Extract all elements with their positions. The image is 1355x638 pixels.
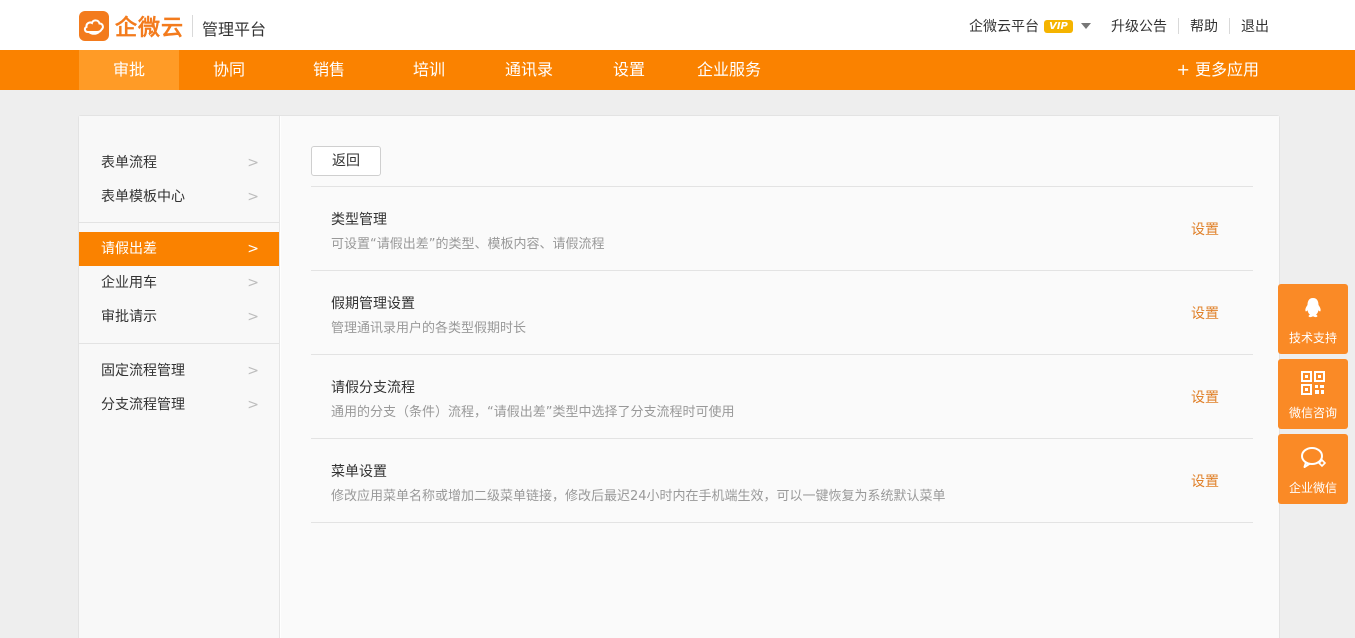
main-nav: 审批 协同 销售 培训 通讯录 设置 企业服务 + 更多应用 [0, 50, 1355, 90]
tech-support-button[interactable]: 技术支持 [1278, 284, 1348, 354]
settings-link[interactable]: 设置 [1191, 471, 1219, 491]
nav-tab-approval[interactable]: 审批 [79, 50, 179, 90]
back-button[interactable]: 返回 [311, 146, 381, 176]
nav-tab-training[interactable]: 培训 [379, 50, 479, 90]
sidebar-item-label: 审批请示 [101, 309, 157, 325]
sidebar-item-label: 企业用车 [101, 275, 157, 291]
chevron-right-icon: > [247, 275, 259, 291]
list-item: 类型管理 可设置“请假出差”的类型、模板内容、请假流程 设置 [311, 187, 1253, 271]
main-panel: 表单流程 > 表单模板中心 > 请假出差 > 企业用车 > 审批请示 > 固定流… [78, 115, 1280, 638]
row-title: 类型管理 [331, 212, 387, 228]
sidebar: 表单流程 > 表单模板中心 > 请假出差 > 企业用车 > 审批请示 > 固定流… [79, 116, 280, 638]
button-label: 技术支持 [1288, 331, 1337, 345]
upgrade-notice-link[interactable]: 升级公告 [1111, 16, 1167, 36]
nav-tab-settings[interactable]: 设置 [579, 50, 679, 90]
sidebar-item-approval-request[interactable]: 审批请示 > [79, 300, 279, 334]
settings-link[interactable]: 设置 [1191, 387, 1219, 407]
link-divider [1178, 18, 1179, 34]
platform-dropdown[interactable]: 企微云平台 VIP [969, 16, 1091, 36]
row-description: 通用的分支（条件）流程，“请假出差”类型中选择了分支流程时可使用 [331, 405, 735, 420]
logout-link[interactable]: 退出 [1241, 16, 1269, 36]
enterprise-wechat-button[interactable]: 企业微信 [1278, 434, 1348, 504]
link-divider [1229, 18, 1230, 34]
header-links: 企微云平台 VIP 升级公告 帮助 退出 [969, 16, 1269, 36]
chevron-right-icon: > [247, 189, 259, 205]
sidebar-item-label: 固定流程管理 [101, 363, 185, 379]
top-header: 企微云 管理平台 企微云平台 VIP 升级公告 帮助 退出 [0, 0, 1355, 50]
content-area: 返回 类型管理 可设置“请假出差”的类型、模板内容、请假流程 设置 假期管理设置… [281, 116, 1279, 638]
cloud-logo-icon [79, 11, 109, 41]
button-label: 企业微信 [1288, 481, 1337, 495]
sidebar-item-label: 分支流程管理 [101, 397, 185, 413]
list-item: 假期管理设置 管理通讯录用户的各类型假期时长 设置 [311, 271, 1253, 355]
qr-code-icon [1301, 371, 1325, 395]
row-description: 可设置“请假出差”的类型、模板内容、请假流程 [331, 237, 605, 252]
logo-text: 企微云 [115, 16, 185, 41]
sidebar-item-fixed-flow-management[interactable]: 固定流程管理 > [79, 354, 279, 388]
chevron-right-icon: > [247, 397, 259, 413]
list-item: 请假分支流程 通用的分支（条件）流程，“请假出差”类型中选择了分支流程时可使用 … [311, 355, 1253, 439]
sidebar-item-form-flow[interactable]: 表单流程 > [79, 146, 279, 180]
sidebar-group-apps: 请假出差 > 企业用车 > 审批请示 > [79, 223, 279, 343]
logo[interactable]: 企微云 管理平台 [79, 11, 266, 41]
row-description: 管理通讯录用户的各类型假期时长 [331, 321, 527, 336]
row-description: 修改应用菜单名称或增加二级菜单链接，修改后最迟24小时内在手机端生效，可以一键恢… [331, 489, 946, 504]
help-link[interactable]: 帮助 [1190, 16, 1218, 36]
sidebar-item-leave-travel[interactable]: 请假出差 > [79, 232, 279, 266]
button-label: 微信咨询 [1288, 406, 1337, 420]
chevron-right-icon: > [247, 155, 259, 171]
logo-subtitle: 管理平台 [202, 20, 267, 39]
chat-bubble-icon [1301, 446, 1327, 470]
nav-tab-collaboration[interactable]: 协同 [179, 50, 279, 90]
sidebar-item-company-car[interactable]: 企业用车 > [79, 266, 279, 300]
sidebar-group-flows: 固定流程管理 > 分支流程管理 > [79, 344, 279, 422]
settings-link[interactable]: 设置 [1191, 303, 1219, 323]
chevron-right-icon: > [247, 363, 259, 379]
sidebar-item-label: 请假出差 [101, 241, 157, 257]
more-apps-link[interactable]: + 更多应用 [1177, 50, 1260, 90]
platform-label: 企微云平台 [969, 19, 1039, 35]
nav-tab-contacts[interactable]: 通讯录 [479, 50, 579, 90]
sidebar-item-form-template-center[interactable]: 表单模板中心 > [79, 180, 279, 214]
row-title: 菜单设置 [331, 464, 387, 480]
sidebar-group-forms: 表单流程 > 表单模板中心 > [79, 116, 279, 222]
chevron-right-icon: > [247, 241, 259, 257]
sidebar-item-label: 表单模板中心 [101, 189, 185, 205]
list-item: 菜单设置 修改应用菜单名称或增加二级菜单链接，修改后最迟24小时内在手机端生效，… [311, 439, 1253, 523]
wechat-consult-button[interactable]: 微信咨询 [1278, 359, 1348, 429]
qq-penguin-icon [1301, 296, 1325, 320]
nav-tab-sales[interactable]: 销售 [279, 50, 379, 90]
sidebar-item-label: 表单流程 [101, 155, 157, 171]
sidebar-item-branch-flow-management[interactable]: 分支流程管理 > [79, 388, 279, 422]
row-title: 假期管理设置 [331, 296, 415, 312]
chevron-right-icon: > [247, 309, 259, 325]
nav-tab-enterprise-services[interactable]: 企业服务 [679, 50, 779, 90]
row-title: 请假分支流程 [331, 380, 415, 396]
vip-badge: VIP [1044, 19, 1073, 33]
settings-list: 类型管理 可设置“请假出差”的类型、模板内容、请假流程 设置 假期管理设置 管理… [311, 186, 1253, 523]
logo-divider [192, 15, 194, 37]
chevron-down-icon [1081, 23, 1091, 29]
settings-link[interactable]: 设置 [1191, 219, 1219, 239]
